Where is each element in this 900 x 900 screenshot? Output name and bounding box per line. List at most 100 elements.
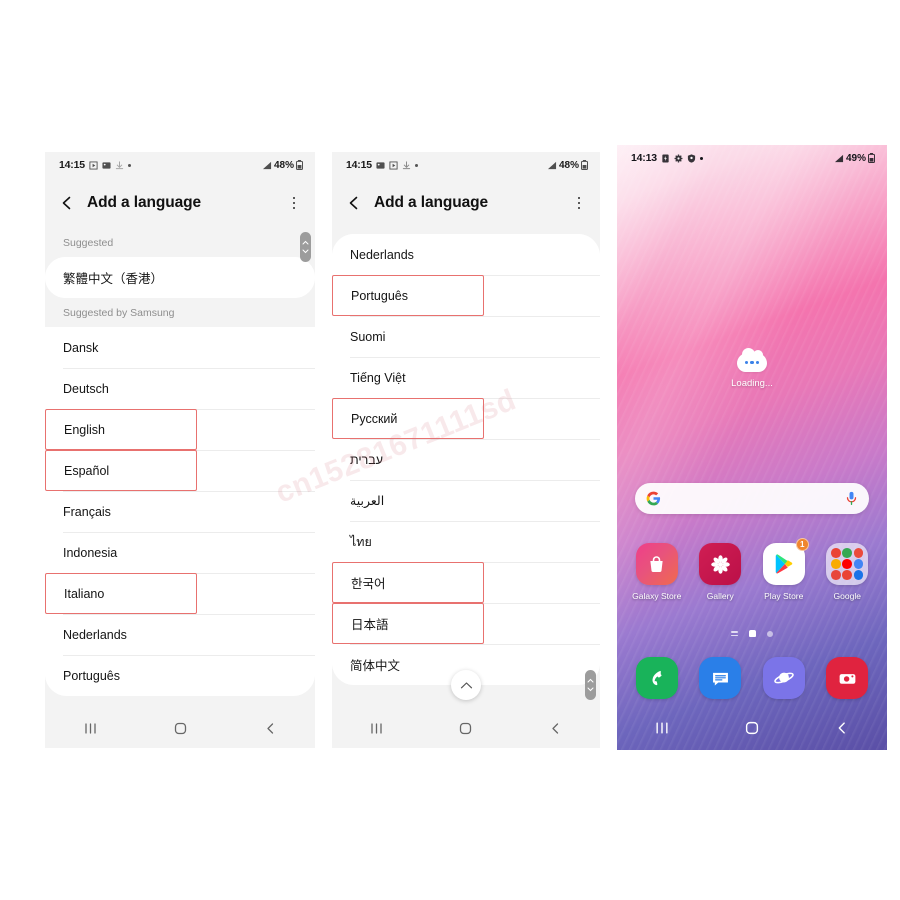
- nav-bar-2: [332, 708, 600, 748]
- language-list-1[interactable]: Suggested 繁體中文（香港） Suggested by Samsung …: [45, 228, 315, 708]
- dock: [617, 657, 887, 699]
- battery-percent: 48%: [273, 159, 294, 171]
- list-item-highlighted[interactable]: Italiano: [45, 573, 197, 614]
- samsung-suggested-card: Dansk Deutsch English Español Français I…: [45, 327, 315, 696]
- google-folder-icon: [826, 543, 869, 585]
- list-item-wrapper: English: [45, 409, 315, 450]
- app-galaxy-store[interactable]: Galaxy Store: [630, 543, 684, 601]
- list-item-wrapper: Português: [332, 275, 600, 316]
- home-page-indicator[interactable]: [749, 630, 756, 637]
- cloud-bubble-icon: [737, 348, 767, 372]
- app-play-store[interactable]: 1 Play Store: [757, 538, 811, 601]
- play-icon: [389, 160, 398, 170]
- back-icon[interactable]: [532, 717, 578, 739]
- app-gallery[interactable]: Gallery: [693, 543, 747, 601]
- microphone-icon[interactable]: [845, 491, 858, 506]
- scroll-to-top-icon[interactable]: [451, 670, 481, 700]
- app-label: Gallery: [706, 591, 734, 601]
- google-g-icon: [646, 491, 661, 506]
- overflow-menu-icon[interactable]: [572, 195, 586, 211]
- battery-icon: [296, 160, 303, 170]
- folder-mini-icon: [842, 548, 853, 558]
- scrollbar-thumb[interactable]: [300, 232, 311, 262]
- download-icon: [402, 160, 411, 170]
- list-item[interactable]: Indonesia: [45, 532, 315, 573]
- camera-icon[interactable]: [826, 657, 869, 699]
- page-title: Add a language: [374, 194, 489, 211]
- play-store-icon: 1: [762, 538, 809, 585]
- app-bar-2: Add a language: [332, 178, 600, 228]
- list-item-highlighted[interactable]: 日本語: [332, 603, 484, 644]
- list-item[interactable]: Tiếng Việt: [332, 357, 600, 398]
- home-icon[interactable]: [157, 717, 203, 739]
- suggested-card: 繁體中文（香港）: [45, 257, 315, 298]
- page-title: Add a language: [87, 194, 202, 211]
- search-input[interactable]: [635, 483, 869, 514]
- phone-screen-3-home-screen: 14:13 49% Loading... Galaxy Store Galler…: [617, 145, 887, 750]
- list-item[interactable]: Deutsch: [45, 368, 315, 409]
- status-time: 14:13: [631, 152, 657, 164]
- folder-mini-icon: [853, 548, 864, 558]
- phone-icon[interactable]: [635, 657, 678, 699]
- language-list-2[interactable]: Nederlands Português Suomi Tiếng Việt Ру…: [332, 228, 600, 708]
- security-icon: [687, 153, 696, 163]
- recents-icon[interactable]: [655, 721, 669, 740]
- home-icon[interactable]: [443, 717, 489, 739]
- recents-icon[interactable]: [67, 717, 113, 739]
- list-item[interactable]: 繁體中文（香港）: [45, 257, 315, 298]
- back-arrow-icon[interactable]: [346, 195, 362, 211]
- language-card-2: Nederlands Português Suomi Tiếng Việt Ру…: [332, 234, 600, 685]
- list-item-highlighted[interactable]: Português: [332, 275, 484, 316]
- internet-icon[interactable]: [762, 657, 805, 699]
- list-item-wrapper: Русский: [332, 398, 600, 439]
- back-icon[interactable]: [835, 721, 849, 740]
- notification-badge: 1: [795, 538, 809, 551]
- messages-icon[interactable]: [699, 657, 742, 699]
- page-indicators: [617, 630, 887, 637]
- app-label: Play Store: [764, 591, 804, 601]
- list-item[interactable]: עברית: [332, 439, 600, 480]
- status-bar-left-1: 14:15: [59, 159, 131, 171]
- home-icon[interactable]: [745, 721, 759, 740]
- list-item[interactable]: Nederlands: [45, 614, 315, 655]
- image-icon: [376, 161, 385, 170]
- list-item[interactable]: العربية: [332, 480, 600, 521]
- status-bar-right-2: 48%: [547, 160, 588, 171]
- list-item-highlighted[interactable]: Español: [45, 450, 197, 491]
- list-item-highlighted[interactable]: English: [45, 409, 197, 450]
- galaxy-store-icon: [635, 543, 678, 585]
- signal-icon: [834, 154, 844, 163]
- gallery-icon: [699, 543, 742, 585]
- recents-icon[interactable]: [354, 717, 400, 739]
- status-bar-1: 14:15 48%: [45, 152, 315, 178]
- app-grid: Galaxy Store Gallery 1 Play Store Google: [617, 538, 887, 601]
- page-dot-indicator[interactable]: [767, 630, 773, 637]
- status-bar-3: 14:13 49%: [617, 145, 887, 171]
- section-header-suggested: Suggested: [45, 228, 315, 257]
- back-icon[interactable]: [247, 717, 293, 739]
- loading-widget[interactable]: Loading...: [617, 348, 887, 389]
- status-bar-2: 14:15 48%: [332, 152, 600, 178]
- overflow-menu-icon[interactable]: [287, 195, 301, 211]
- battery-icon: [868, 153, 875, 163]
- list-item[interactable]: Nederlands: [332, 234, 600, 275]
- list-item-highlighted[interactable]: 한국어: [332, 562, 484, 603]
- list-item-highlighted[interactable]: Русский: [332, 398, 484, 439]
- app-google-folder[interactable]: Google: [820, 543, 874, 601]
- app-bar-1: Add a language: [45, 178, 315, 228]
- list-item[interactable]: Dansk: [45, 327, 315, 368]
- status-bar-right-3: 49%: [834, 153, 875, 164]
- nav-bar-1: [45, 708, 315, 748]
- list-item[interactable]: ไทย: [332, 521, 600, 562]
- scrollbar-thumb[interactable]: [585, 670, 596, 700]
- list-item-wrapper: 日本語: [332, 603, 600, 644]
- list-item[interactable]: Français: [45, 491, 315, 532]
- nav-bar-3: [617, 710, 887, 750]
- status-time: 14:15: [59, 159, 85, 171]
- list-item[interactable]: Suomi: [332, 316, 600, 357]
- battery-percent: 48%: [558, 159, 579, 171]
- back-arrow-icon[interactable]: [59, 195, 75, 211]
- settings-icon: [674, 154, 683, 163]
- list-item[interactable]: Português: [45, 655, 315, 696]
- app-list-indicator[interactable]: [731, 630, 738, 637]
